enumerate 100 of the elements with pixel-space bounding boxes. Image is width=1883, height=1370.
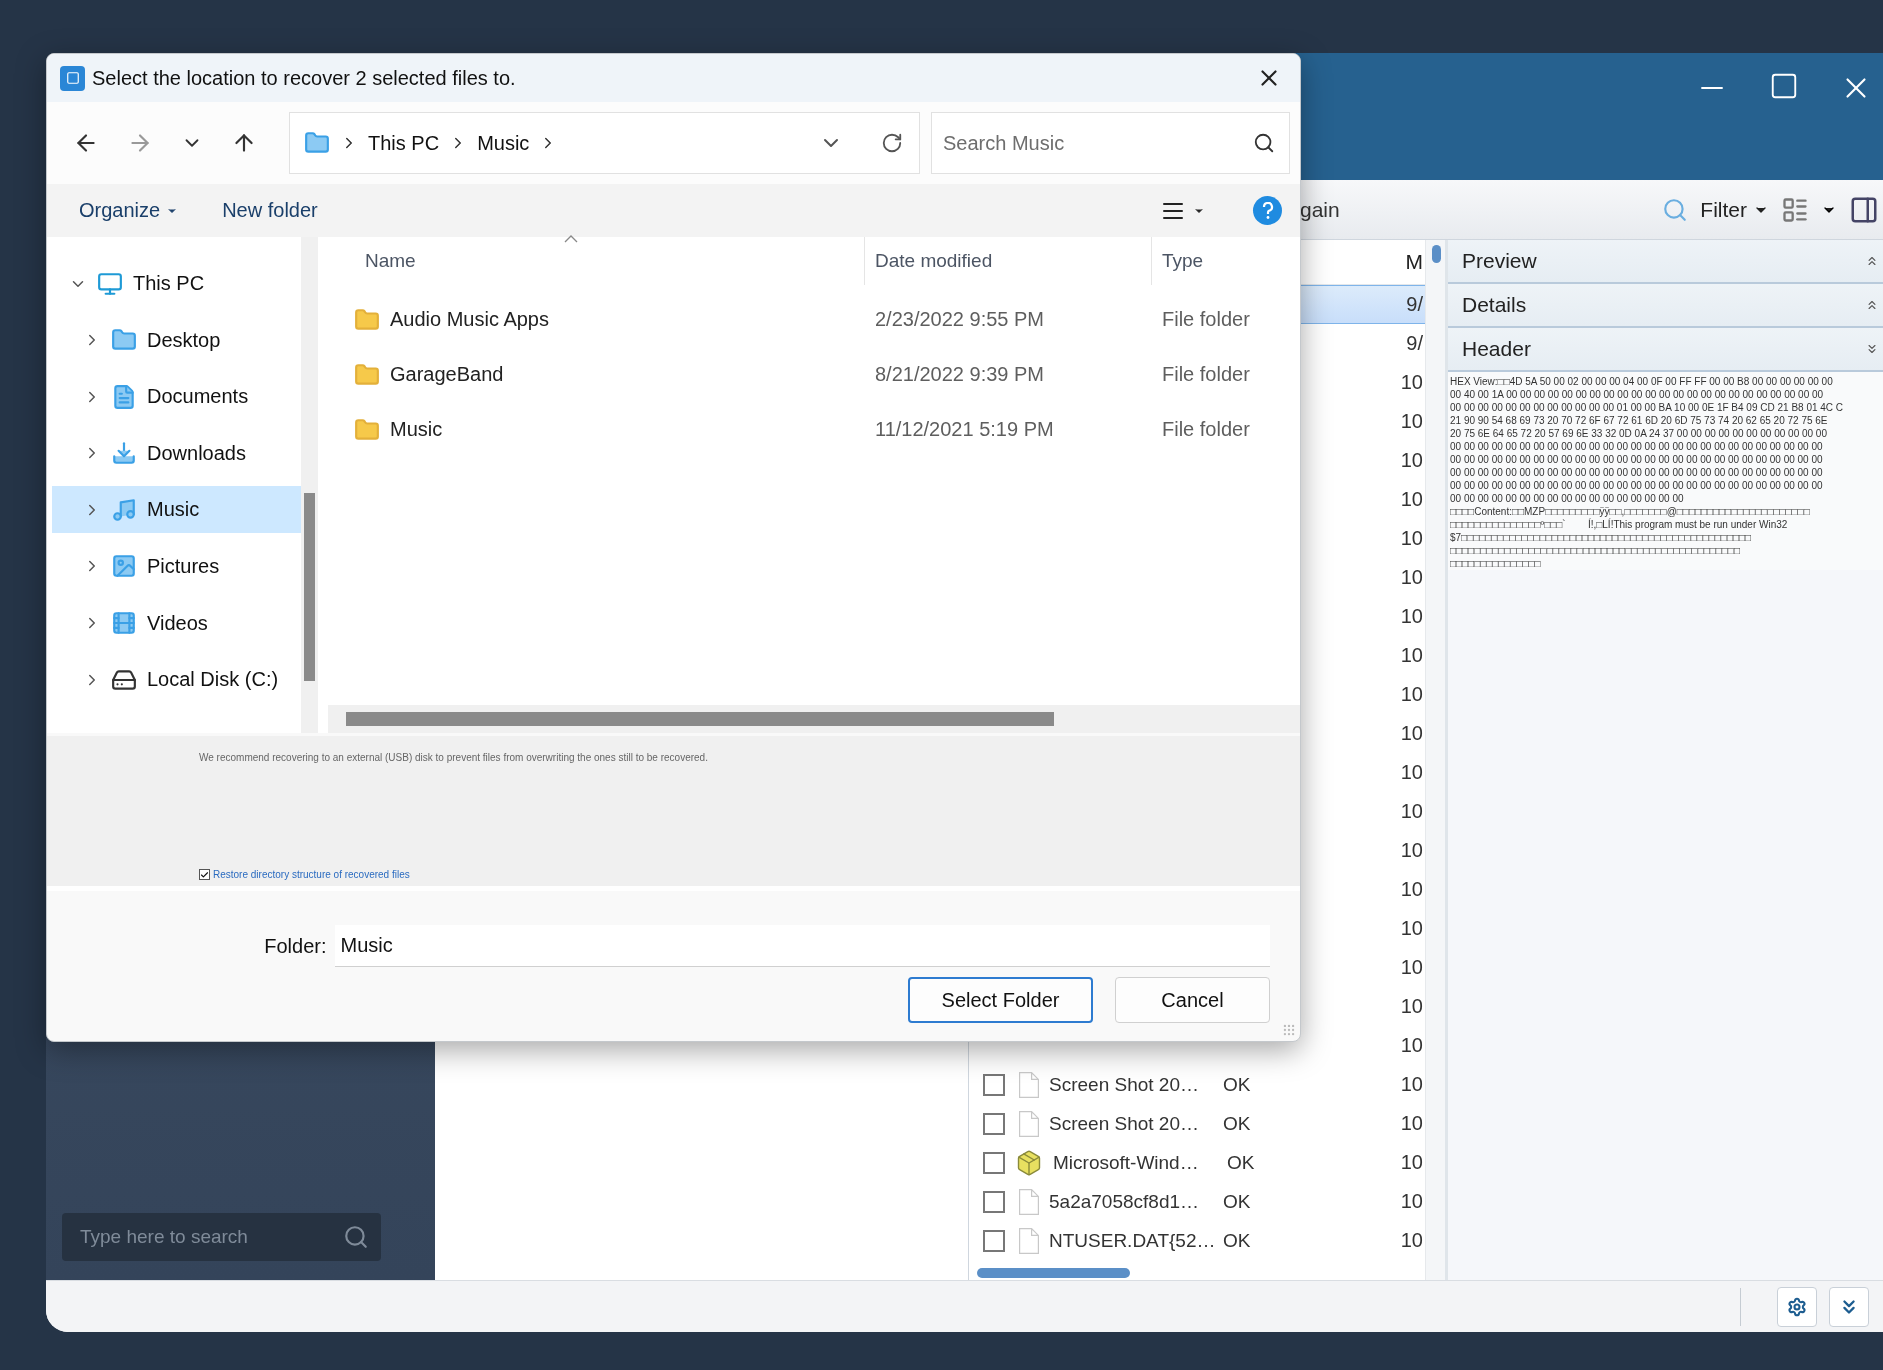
- organize-button[interactable]: Organize: [79, 199, 179, 222]
- nav-tree-item[interactable]: Local Disk (C:): [52, 656, 301, 704]
- file-date: 10: [1400, 1034, 1424, 1057]
- new-folder-button[interactable]: New folder: [222, 199, 318, 222]
- nav-tree-item[interactable]: Videos: [52, 599, 301, 647]
- dialog-title: Select the location to recover 2 selected files to.: [92, 66, 517, 90]
- nav-tree-item[interactable]: Music: [52, 486, 301, 534]
- scrollbar-thumb[interactable]: [1432, 245, 1441, 263]
- scrollbar-thumb[interactable]: [304, 493, 315, 681]
- file-name: NTUSER.DAT{52…: [1049, 1228, 1217, 1253]
- folder-input[interactable]: Music: [334, 925, 1270, 967]
- file-name: 5a2a7058cf8d1…: [1049, 1189, 1200, 1214]
- search-icon: [1662, 196, 1689, 223]
- scrollbar-thumb[interactable]: [977, 1268, 1130, 1278]
- sort-caret-icon[interactable]: [564, 235, 578, 243]
- file-status: OK: [1223, 1072, 1252, 1097]
- search-field[interactable]: Type here to search: [62, 1213, 381, 1261]
- file-date: 10: [1400, 488, 1424, 511]
- column-header[interactable]: Date modified: [864, 237, 1151, 285]
- list-view-icon[interactable]: [1781, 195, 1809, 224]
- date-cell-text: 2/23/2022 9:55 PM: [874, 308, 1045, 331]
- toolbar-label[interactable]: gain: [1300, 197, 1340, 222]
- file-date: 10: [1400, 1229, 1424, 1252]
- scrollbar-thumb[interactable]: [346, 712, 1054, 726]
- nav-tree-item[interactable]: Documents: [52, 373, 301, 421]
- file-row[interactable]: Screen Shot 20… OK 10: [969, 1065, 1425, 1104]
- file-row[interactable]: NTUSER.DAT{52… OK 10: [969, 1221, 1425, 1260]
- app-logo-icon: [60, 65, 85, 91]
- file-row[interactable]: Screen Shot 20… OK 10: [969, 1104, 1425, 1143]
- checkbox[interactable]: [983, 1190, 1005, 1213]
- section-title: Preview: [1462, 249, 1537, 273]
- folder-row[interactable]: GarageBand 8/21/2022 9:39 PM File folder: [328, 347, 1300, 402]
- file-name: Screen Shot 20…: [1049, 1111, 1200, 1136]
- file-status: OK: [1223, 1228, 1252, 1253]
- file-date: 10: [1400, 956, 1424, 979]
- hex-line: 00 40 00 1A 00 00 00 00 00 00 00 00 00 00 00 00 00 00 00 00 00 00 00 00 00 00 00: [1450, 388, 1825, 401]
- file-date: 10: [1400, 566, 1424, 589]
- nav-tree-item[interactable]: Downloads: [52, 429, 301, 477]
- checkbox[interactable]: [983, 1112, 1005, 1135]
- double-chevron-up-icon[interactable]: [1865, 254, 1879, 268]
- question-icon: [1260, 201, 1275, 220]
- file-date: 10: [1400, 1073, 1424, 1096]
- file-row[interactable]: 5a2a7058cf8d1… OK 10: [969, 1182, 1425, 1221]
- settings-button[interactable]: [1777, 1286, 1817, 1327]
- filter-button[interactable]: Filter: [1700, 197, 1769, 222]
- hex-line: 20 75 6E 64 65 72 20 57 69 6E 33 32 0D 0A 24 37 00 00 00 00 00 00 00 00 00 00 00: [1450, 427, 1828, 440]
- section-header[interactable]: Header: [1448, 328, 1883, 372]
- file-row[interactable]: Microsoft-Wind… OK 10: [969, 1143, 1425, 1182]
- package-icon: [1015, 1148, 1043, 1177]
- file-date: 10: [1400, 800, 1424, 823]
- hex-line: □□□□□□□□□□□□□□□: [1450, 557, 1542, 570]
- hex-line: 21 90 90 54 68 69 73 20 70 72 6F 67 72 61 6D 20 6D 75 73 74 20 62 65 20 72 75 6E: [1450, 414, 1829, 427]
- checkbox[interactable]: [983, 1151, 1005, 1174]
- type-cell-text: File folder: [1161, 363, 1251, 386]
- folder-label: Folder:: [263, 934, 327, 958]
- date-cell-text: 11/12/2021 5:19 PM: [874, 418, 1055, 441]
- type-cell-text: File folder: [1161, 418, 1251, 441]
- refresh-icon[interactable]: [881, 132, 903, 154]
- breadcrumb-item[interactable]: This PC: [368, 131, 440, 155]
- file-date: 10: [1400, 722, 1424, 745]
- file-date: 10: [1400, 1112, 1424, 1135]
- section-header[interactable]: Details: [1448, 284, 1883, 328]
- file-name: Microsoft-Wind…: [1053, 1150, 1200, 1175]
- file-date: 10: [1400, 839, 1424, 862]
- resize-grip-icon[interactable]: [1282, 1023, 1296, 1037]
- checkbox[interactable]: [983, 1229, 1005, 1252]
- gear-icon: [1787, 1296, 1807, 1317]
- expand-button[interactable]: [1829, 1286, 1869, 1327]
- checkbox[interactable]: [199, 869, 210, 880]
- folder-row[interactable]: Music 11/12/2021 5:19 PM File folder: [328, 402, 1300, 457]
- double-chevron-up-icon[interactable]: [1865, 298, 1879, 312]
- file-date: 10: [1400, 527, 1424, 550]
- folder-row[interactable]: Audio Music Apps 2/23/2022 9:55 PM File folder: [328, 292, 1300, 347]
- select-folder-button[interactable]: Select Folder: [908, 977, 1093, 1023]
- hex-line: □□□□□□□□□□□□□□□□□□□□□□□□□□□□□□□□□□□□□□□□□□□□□□□□: [1450, 544, 1741, 557]
- nav-tree-item[interactable]: Pictures: [52, 542, 301, 590]
- column-header[interactable]: Type: [1151, 237, 1300, 285]
- help-button[interactable]: [1253, 196, 1282, 225]
- address-bar[interactable]: This PC Music: [289, 112, 920, 174]
- cancel-button[interactable]: Cancel: [1115, 977, 1270, 1023]
- maximize-icon[interactable]: [1769, 71, 1799, 101]
- section-title: Details: [1462, 293, 1527, 317]
- hex-line: 00 00 00 00 00 00 00 00 00 00 00 00 00 00 00 00 00 00 00 00 00 00 00 00 00 00 00: [1450, 440, 1824, 453]
- nav-tree-item[interactable]: Desktop: [52, 316, 301, 364]
- section-header[interactable]: Preview: [1448, 240, 1883, 284]
- column-header[interactable]: M: [1405, 250, 1423, 274]
- search-field[interactable]: Search Music: [931, 112, 1290, 174]
- restore-option[interactable]: Restore directory structure of recovered files: [199, 869, 1300, 880]
- checkbox[interactable]: [983, 1073, 1005, 1096]
- file-icon: [1019, 1188, 1039, 1215]
- nav-tree-item[interactable]: This PC: [52, 260, 301, 307]
- column-header[interactable]: Name: [328, 237, 864, 285]
- double-chevron-down-icon[interactable]: [1865, 342, 1879, 356]
- hex-line: 00 00 00 00 00 00 00 00 00 00 00 00 01 00 00 BA 10 00 0E 1F B4 09 CD 21 B8 01 4C C: [1450, 401, 1845, 414]
- breadcrumb-item[interactable]: Music: [477, 131, 530, 155]
- file-date: 10: [1400, 917, 1424, 940]
- file-icon: [1019, 1071, 1039, 1098]
- file-date: 10: [1400, 449, 1424, 472]
- file-date: 10: [1400, 878, 1424, 901]
- folder-name: GarageBand: [390, 363, 504, 386]
